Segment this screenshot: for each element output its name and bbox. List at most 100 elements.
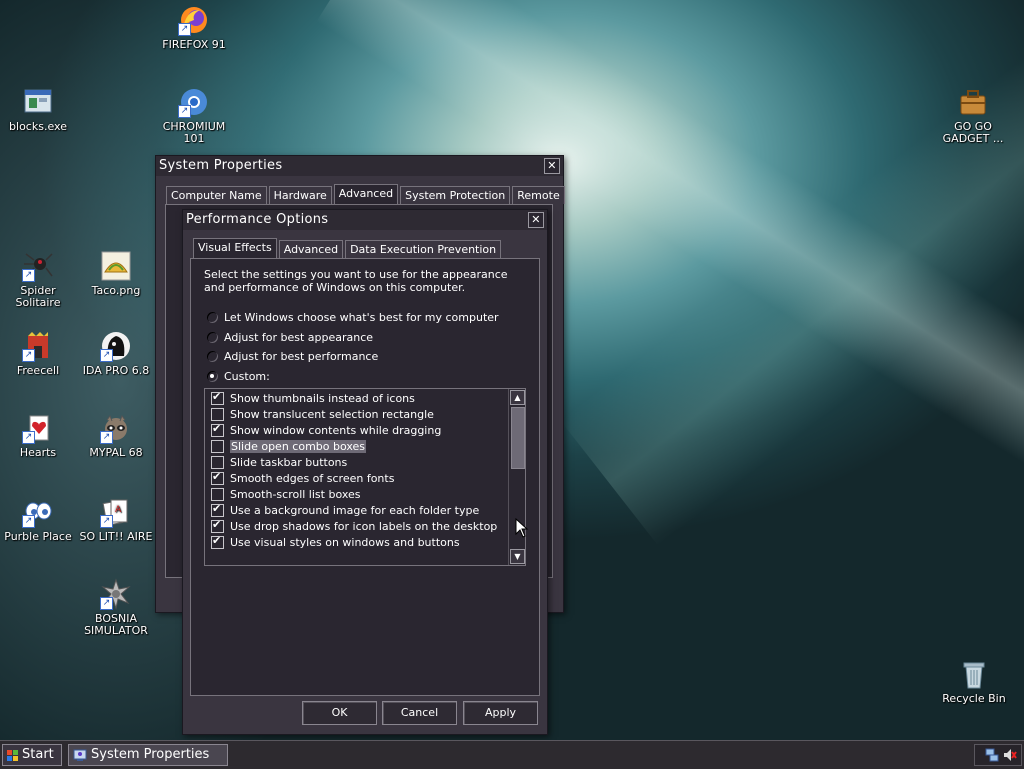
desktop-icon-blocks[interactable]: blocks.exe xyxy=(0,86,78,133)
list-item[interactable]: Smooth-scroll list boxes xyxy=(211,487,361,501)
performance-options-titlebar[interactable]: Performance Options ✕ xyxy=(183,210,547,230)
desktop-icon-recycle-bin[interactable]: Recycle Bin xyxy=(934,658,1014,705)
taskbar-button-system-properties[interactable]: System Properties xyxy=(68,744,228,766)
desktop-icon-firefox[interactable]: ↗ FIREFOX 91 xyxy=(154,4,234,51)
list-item-label: Show thumbnails instead of icons xyxy=(230,391,415,405)
list-item[interactable]: Show translucent selection rectangle xyxy=(211,407,434,421)
list-item-label: Use a background image for each folder t… xyxy=(230,503,480,517)
desktop-icon-gogo[interactable]: GO GO GADGET ... xyxy=(933,86,1013,145)
desktop-icon-mypal[interactable]: ↗ MYPAL 68 xyxy=(76,412,156,459)
list-item[interactable]: Use a background image for each folder t… xyxy=(211,502,480,517)
recycle-bin-icon xyxy=(958,658,990,690)
radio-let-windows-choose[interactable]: Let Windows choose what's best for my co… xyxy=(206,310,499,324)
desktop-icon-label: Freecell xyxy=(16,364,60,377)
radio-button[interactable] xyxy=(206,330,219,344)
list-item[interactable]: Use drop shadows for icon labels on the … xyxy=(211,518,498,533)
desktop-icon-spider[interactable]: ↗ Spider Solitaire xyxy=(0,250,78,309)
visual-effects-list[interactable]: Show thumbnails instead of icons Show tr… xyxy=(204,388,526,566)
list-item-label: Use drop shadows for icon labels on the … xyxy=(230,519,498,533)
shortcut-arrow-icon: ↗ xyxy=(178,23,191,36)
desktop-icon-label: SO LIT!! AIRE xyxy=(79,530,153,543)
checkbox[interactable] xyxy=(211,439,224,453)
start-label: Start xyxy=(22,747,54,762)
shortcut-arrow-icon: ↗ xyxy=(100,349,113,362)
scroll-down-button[interactable]: ▼ xyxy=(510,549,525,564)
radio-button[interactable] xyxy=(206,349,219,363)
checkbox[interactable] xyxy=(211,487,224,501)
vertical-scrollbar[interactable]: ▲ ▼ xyxy=(508,389,525,565)
list-item[interactable]: Use visual styles on windows and buttons xyxy=(211,534,460,549)
checkbox[interactable] xyxy=(211,407,224,421)
shortcut-arrow-icon: ↗ xyxy=(22,269,35,282)
desktop-icon-label: Taco.png xyxy=(91,284,141,297)
chromium-icon: ↗ xyxy=(178,86,210,118)
system-tray xyxy=(974,744,1022,766)
mouse-cursor-icon xyxy=(515,517,529,538)
shortcut-arrow-icon: ↗ xyxy=(100,515,113,528)
radio-custom[interactable]: Custom: xyxy=(206,369,270,383)
list-item[interactable]: Smooth edges of screen fonts xyxy=(211,470,395,485)
volume-muted-icon[interactable] xyxy=(1003,748,1017,765)
desktop-icon-purble[interactable]: ↗ Purble Place xyxy=(0,496,78,543)
desktop-icon-freecell[interactable]: ↗ Freecell xyxy=(0,330,78,377)
list-item-label: Use visual styles on windows and buttons xyxy=(230,535,460,549)
desktop-icon-label: BOSNIA SIMULATOR xyxy=(84,612,148,637)
tab-visual-effects[interactable]: Visual Effects xyxy=(193,238,277,258)
image-file-icon xyxy=(100,250,132,282)
tab-advanced[interactable]: Advanced xyxy=(333,184,399,204)
shortcut-arrow-icon: ↗ xyxy=(100,431,113,444)
close-button[interactable]: ✕ xyxy=(544,158,560,174)
checkbox[interactable] xyxy=(211,502,224,517)
scroll-up-button[interactable]: ▲ xyxy=(510,390,525,405)
desktop-icon-label: FIREFOX 91 xyxy=(162,38,226,51)
list-item-label: Smooth-scroll list boxes xyxy=(230,487,361,501)
list-item[interactable]: Slide open combo boxes xyxy=(211,439,367,453)
raccoon-icon: ↗ xyxy=(100,412,132,444)
checkbox[interactable] xyxy=(211,518,224,533)
list-item[interactable]: Show thumbnails instead of icons xyxy=(211,390,415,405)
desktop-icon-hearts[interactable]: ↗ Hearts xyxy=(0,412,78,459)
apply-button[interactable]: Apply xyxy=(463,701,538,725)
freecell-icon: ↗ xyxy=(22,330,54,362)
close-button[interactable]: ✕ xyxy=(528,212,544,228)
radio-button[interactable] xyxy=(206,369,219,383)
network-icon[interactable] xyxy=(985,748,999,765)
task-label: System Properties xyxy=(91,747,210,762)
radio-label: Custom: xyxy=(224,369,270,383)
desktop-icon-bosnia[interactable]: ↗ BOSNIA SIMULATOR xyxy=(76,578,156,637)
ok-button[interactable]: OK xyxy=(302,701,377,725)
checkbox[interactable] xyxy=(211,470,224,485)
windows-flag-icon xyxy=(7,749,19,761)
radio-label: Adjust for best appearance xyxy=(224,330,374,344)
window-title: System Properties xyxy=(159,158,283,173)
tab-hardware[interactable]: Hardware xyxy=(268,186,332,204)
desktop-icon-idapro[interactable]: ↗ IDA PRO 6.8 xyxy=(76,330,156,377)
list-item-label: Smooth edges of screen fonts xyxy=(230,471,395,485)
checkbox[interactable] xyxy=(211,422,224,437)
checkbox[interactable] xyxy=(211,390,224,405)
radio-best-appearance[interactable]: Adjust for best appearance xyxy=(206,330,373,344)
checkbox[interactable] xyxy=(211,534,224,549)
shortcut-arrow-icon: ↗ xyxy=(22,515,35,528)
desktop-icon-chromium[interactable]: ↗ CHROMIUM 101 xyxy=(154,86,234,145)
checkbox[interactable] xyxy=(211,455,224,469)
tab-computer-name[interactable]: Computer Name xyxy=(166,186,267,204)
system-properties-icon xyxy=(73,748,87,762)
tab-advanced[interactable]: Advanced xyxy=(278,240,344,258)
list-item[interactable]: Show window contents while dragging xyxy=(211,422,441,437)
tab-data-execution-prevention[interactable]: Data Execution Prevention xyxy=(345,240,502,258)
explosion-icon: ↗ xyxy=(100,578,132,610)
start-button[interactable]: Start xyxy=(2,744,62,766)
desktop-icon-taco[interactable]: Taco.png xyxy=(76,250,156,297)
scroll-thumb[interactable] xyxy=(511,407,525,469)
cards-icon: A ↗ xyxy=(100,496,132,528)
system-properties-titlebar[interactable]: System Properties ✕ xyxy=(156,156,563,176)
radio-button[interactable] xyxy=(206,310,219,324)
list-item[interactable]: Slide taskbar buttons xyxy=(211,455,347,469)
desktop-icon-solit[interactable]: A ↗ SO LIT!! AIRE xyxy=(76,496,156,543)
radio-best-performance[interactable]: Adjust for best performance xyxy=(206,349,378,363)
cancel-button[interactable]: Cancel xyxy=(382,701,457,725)
radio-label: Let Windows choose what's best for my co… xyxy=(224,310,499,324)
tab-system-protection[interactable]: System Protection xyxy=(400,186,511,204)
tab-remote[interactable]: Remote xyxy=(512,186,565,204)
